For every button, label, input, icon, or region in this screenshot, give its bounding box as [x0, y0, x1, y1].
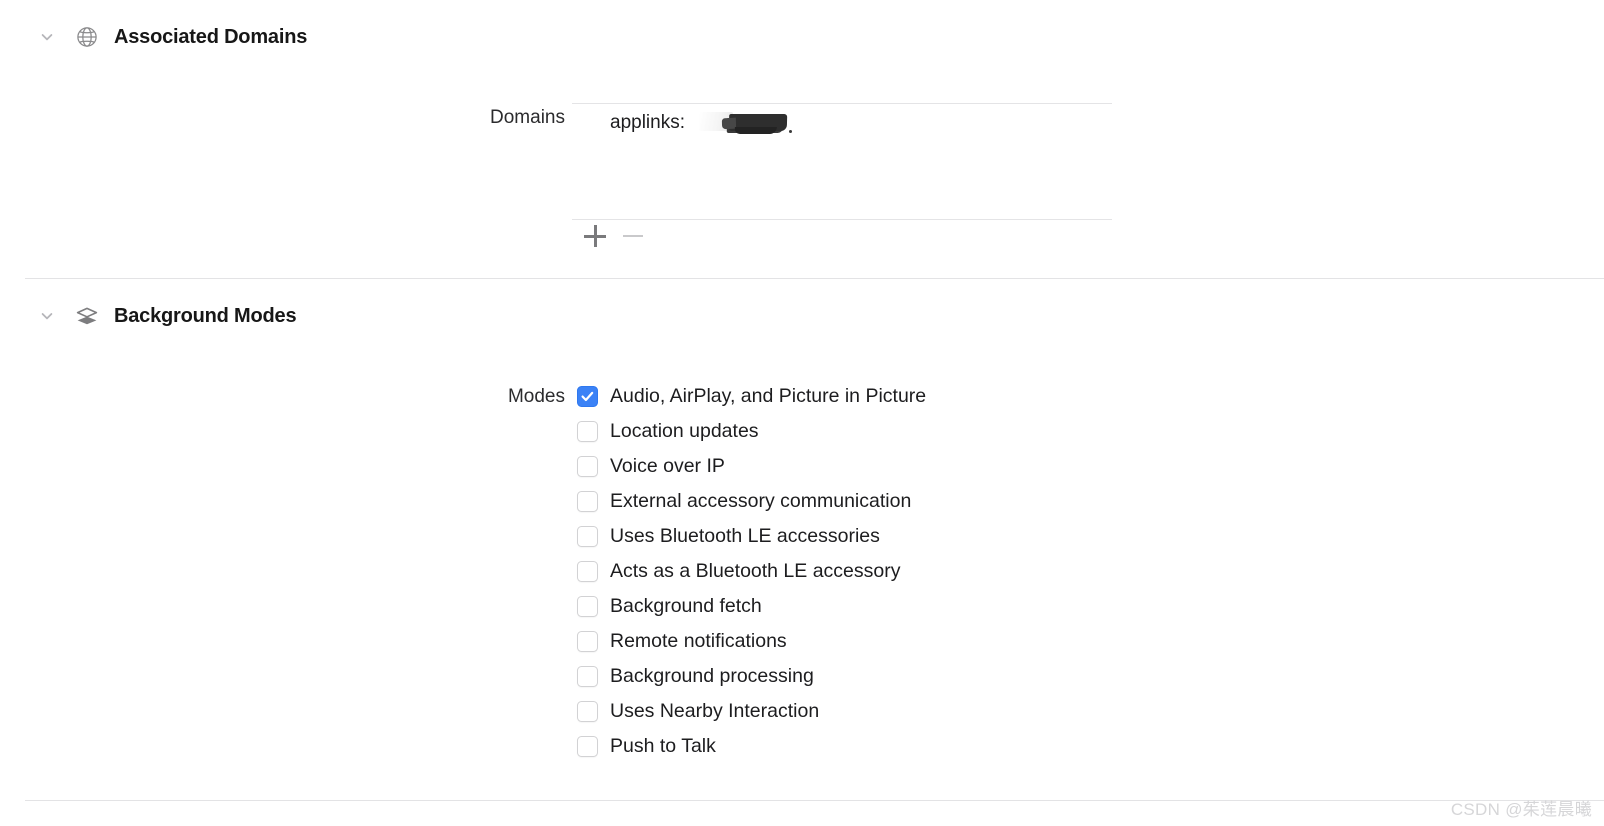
chevron-down-icon[interactable]	[36, 305, 58, 327]
checkbox-unchecked[interactable]	[577, 666, 598, 687]
mode-row-background-processing[interactable]: Background processing	[577, 659, 926, 694]
checkbox-unchecked[interactable]	[577, 526, 598, 547]
mode-label: Push to Talk	[610, 735, 716, 757]
plus-icon	[584, 225, 606, 247]
mode-row-external-accessory-communication[interactable]: External accessory communication	[577, 484, 926, 519]
checkbox-unchecked[interactable]	[577, 596, 598, 617]
checkbox-checked[interactable]	[577, 386, 598, 407]
section-divider-bottom	[25, 800, 1604, 801]
mode-label: Uses Bluetooth LE accessories	[610, 525, 880, 547]
mode-label: Location updates	[610, 420, 759, 442]
checkbox-unchecked[interactable]	[577, 561, 598, 582]
section-divider-top	[25, 278, 1604, 279]
globe-icon	[74, 24, 100, 50]
section-title: Background Modes	[114, 304, 297, 327]
mode-row-voice-over-ip[interactable]: Voice over IP	[577, 449, 926, 484]
domain-entry-prefix: applinks:	[610, 112, 685, 133]
checkbox-unchecked[interactable]	[577, 701, 598, 722]
redacted-domain-value	[691, 112, 792, 134]
mode-label: External accessory communication	[610, 490, 912, 512]
section-header-associated-domains[interactable]: Associated Domains	[36, 22, 307, 52]
checkbox-unchecked[interactable]	[577, 456, 598, 477]
mode-label: Remote notifications	[610, 630, 787, 652]
mode-label: Voice over IP	[610, 455, 725, 477]
mode-label: Uses Nearby Interaction	[610, 700, 820, 722]
checkbox-unchecked[interactable]	[577, 736, 598, 757]
mode-row-uses-nearby-interaction[interactable]: Uses Nearby Interaction	[577, 694, 926, 729]
add-domain-button[interactable]	[576, 221, 614, 251]
mode-row-audio-airplay-picture-in-picture[interactable]: Audio, AirPlay, and Picture in Picture	[577, 379, 926, 414]
mode-row-remote-notifications[interactable]: Remote notifications	[577, 624, 926, 659]
domains-list-item[interactable]: applinks:	[572, 104, 1112, 142]
remove-domain-button[interactable]	[614, 221, 652, 251]
domains-list-toolbar[interactable]	[576, 221, 652, 251]
mode-label: Audio, AirPlay, and Picture in Picture	[610, 385, 927, 407]
minus-icon	[623, 234, 643, 238]
checkbox-unchecked[interactable]	[577, 421, 598, 442]
mode-row-push-to-talk[interactable]: Push to Talk	[577, 729, 926, 764]
layers-icon	[74, 303, 100, 329]
background-modes-list: Audio, AirPlay, and Picture in Picture L…	[577, 379, 926, 764]
mode-row-background-fetch[interactable]: Background fetch	[577, 589, 926, 624]
domains-list-box[interactable]: applinks:	[572, 103, 1112, 220]
mode-label: Background fetch	[610, 595, 762, 617]
mode-row-acts-as-a-bluetooth-le-accessory[interactable]: Acts as a Bluetooth LE accessory	[577, 554, 926, 589]
checkbox-unchecked[interactable]	[577, 491, 598, 512]
chevron-down-icon[interactable]	[36, 26, 58, 48]
mode-row-location-updates[interactable]: Location updates	[577, 414, 926, 449]
checkbox-unchecked[interactable]	[577, 631, 598, 652]
section-title: Associated Domains	[114, 25, 308, 48]
mode-label: Background processing	[610, 665, 814, 687]
watermark: CSDN @茱莲晨曦	[1450, 800, 1592, 819]
mode-label: Acts as a Bluetooth LE accessory	[610, 560, 901, 582]
section-header-background-modes[interactable]: Background Modes	[36, 301, 297, 331]
domains-field-label: Domains	[490, 107, 565, 128]
mode-row-uses-bluetooth-le-accessories[interactable]: Uses Bluetooth LE accessories	[577, 519, 926, 554]
modes-field-label: Modes	[507, 386, 565, 407]
